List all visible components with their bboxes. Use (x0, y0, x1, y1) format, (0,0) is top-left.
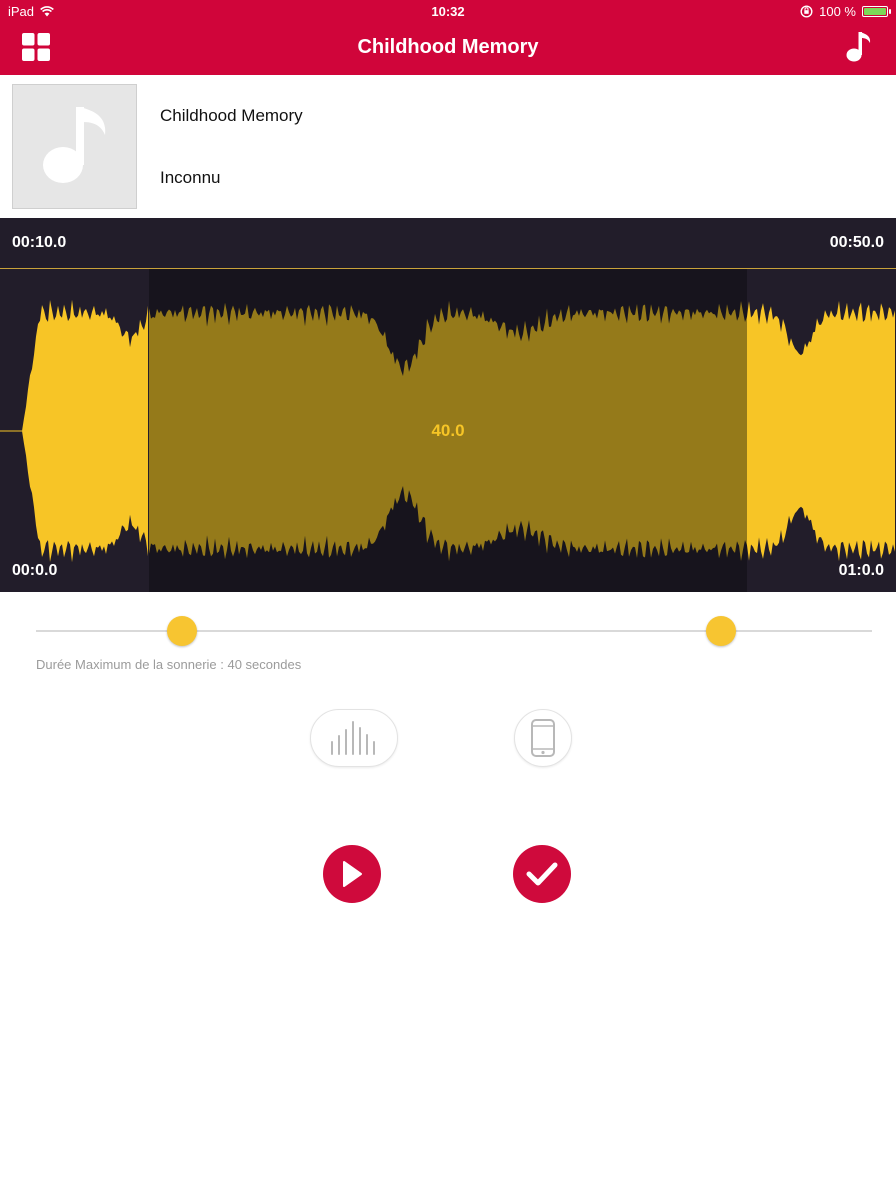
waveform-canvas[interactable] (0, 218, 896, 592)
confirm-button[interactable] (513, 845, 571, 903)
range-slider[interactable] (36, 616, 872, 646)
top-bar: iPad 10:32 100 % Childhood Memory (0, 0, 896, 75)
status-right: 100 % (800, 4, 891, 19)
orientation-lock-icon (800, 5, 813, 18)
track-info: Childhood Memory Inconnu (0, 75, 896, 218)
page-title: Childhood Memory (357, 36, 539, 58)
track-artist: Inconnu (160, 168, 221, 187)
slider-end-handle[interactable] (705, 616, 736, 646)
phone-mode-button[interactable] (514, 709, 572, 767)
selection-end-time: 00:50.0 (829, 234, 884, 251)
phone-icon (531, 719, 555, 757)
checkmark-icon (526, 862, 558, 886)
battery-percent: 100 % (819, 4, 856, 19)
album-artwork (12, 84, 137, 209)
status-bar: iPad 10:32 100 % (0, 0, 896, 24)
track-title: Childhood Memory (160, 106, 303, 125)
waveform-icon (331, 721, 375, 755)
track-start-time: 00:0.0 (12, 562, 58, 579)
slider-track (36, 630, 872, 632)
music-note-icon (43, 107, 106, 183)
music-note-icon (846, 32, 871, 62)
status-time: 10:32 (431, 4, 465, 19)
play-button[interactable] (323, 845, 381, 903)
max-duration-hint: Durée Maximum de la sonnerie : 40 second… (36, 657, 302, 672)
track-end-time: 01:0.0 (838, 562, 884, 579)
waveform-editor[interactable]: 00:10.0 00:50.0 00:0.0 01:0.0 40.0 (0, 218, 896, 592)
play-icon (343, 861, 362, 887)
battery-icon (862, 6, 891, 17)
selection-duration: 40.0 (431, 421, 465, 440)
waveform-mode-button[interactable] (310, 709, 398, 767)
music-library-button[interactable] (846, 30, 876, 64)
slider-start-handle[interactable] (167, 616, 198, 646)
selection-start-time: 00:10.0 (12, 234, 67, 251)
